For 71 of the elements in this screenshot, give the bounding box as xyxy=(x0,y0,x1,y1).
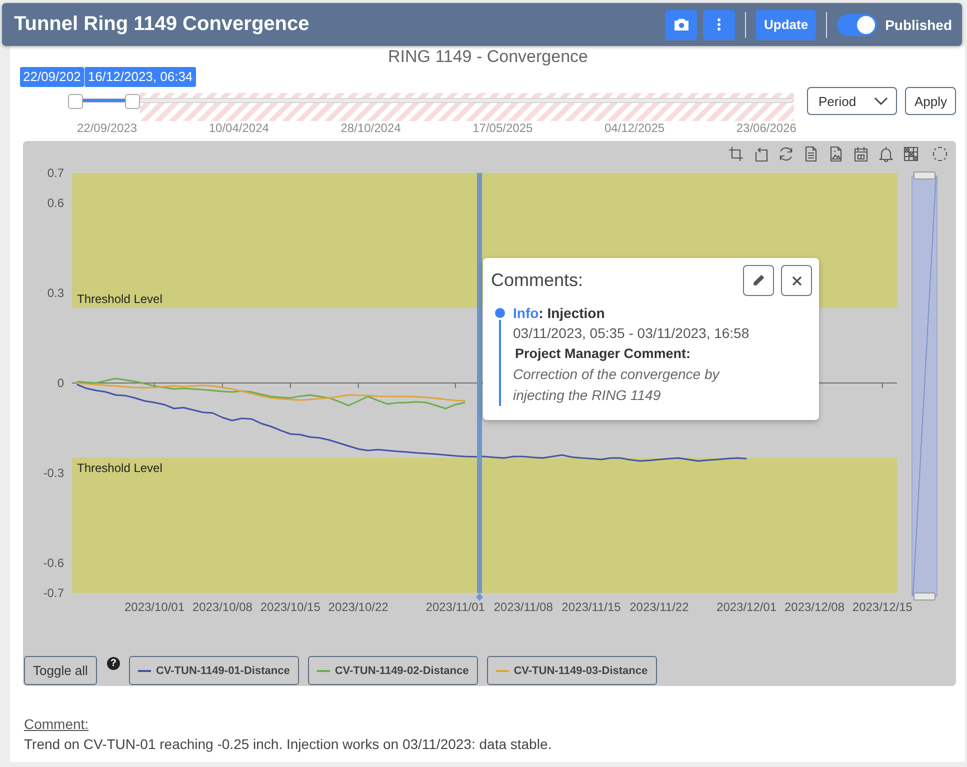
range-end-handle[interactable] xyxy=(125,94,140,109)
document-icon[interactable] xyxy=(803,146,819,162)
timeline-date-label: 28/10/2024 xyxy=(340,121,401,136)
legend-item[interactable]: CV-TUN-1149-03-Distance xyxy=(486,656,657,685)
refresh-icon[interactable] xyxy=(778,146,794,162)
camera-button[interactable] xyxy=(665,10,698,40)
date-tooltip: 22/09/202 xyxy=(20,67,84,87)
image-icon[interactable] xyxy=(828,146,844,162)
x-axis-label: 2023/12/01 xyxy=(716,600,777,614)
help-icon[interactable]: ? xyxy=(106,657,120,670)
comment-label: Comment: xyxy=(24,715,89,734)
page-title: Tunnel Ring 1149 Convergence xyxy=(14,13,310,36)
comment-text: Trend on CV-TUN-01 reaching -0.25 inch. Injection works on 03/11/2023: data stable. xyxy=(24,735,553,754)
edit-button[interactable] xyxy=(743,265,774,296)
zoom-slider-handle[interactable] xyxy=(914,172,936,180)
x-axis-label: 2023/11/08 xyxy=(494,600,553,614)
threshold-label: Threshold Level xyxy=(77,292,162,306)
timeline-date-label: 22/09/2023 xyxy=(77,121,138,136)
range-start-handle[interactable] xyxy=(68,94,83,109)
zoom-slider-handle[interactable] xyxy=(914,592,936,600)
period-select[interactable]: Period xyxy=(807,87,898,115)
more-options-button[interactable] xyxy=(703,10,736,40)
x-axis-label: 2023/10/15 xyxy=(260,600,320,614)
x-axis-label: 2023/10/22 xyxy=(328,600,388,614)
camera-icon xyxy=(674,18,689,31)
close-button[interactable] xyxy=(781,265,812,296)
update-button[interactable]: Update xyxy=(756,10,816,40)
crop-icon[interactable] xyxy=(728,146,744,162)
y-axis-label: 0 xyxy=(57,376,64,390)
date-tooltip: 16/12/2023, 06:34 xyxy=(84,67,196,87)
chevron-down-icon xyxy=(874,97,888,105)
x-axis-label: 2023/11/22 xyxy=(630,600,689,614)
threshold-label: Threshold Level xyxy=(77,461,162,475)
comment-author: Project Manager Comment: xyxy=(515,345,692,363)
calendar-icon[interactable] xyxy=(853,146,869,162)
pencil-icon xyxy=(752,274,765,287)
timeline-date-label: 23/06/2026 xyxy=(736,121,796,136)
apply-button[interactable]: Apply xyxy=(905,87,956,115)
timeline-date-label: 17/05/2025 xyxy=(472,121,533,136)
y-axis-label: 0.3 xyxy=(47,286,64,300)
toggle-all-button[interactable]: Toggle all xyxy=(24,656,97,685)
y-axis-label: -0.6 xyxy=(43,556,64,570)
publish-toggle[interactable] xyxy=(837,14,878,36)
popup-title: Comments: xyxy=(491,270,584,291)
legend-item[interactable]: CV-TUN-1149-01-Distance xyxy=(128,656,299,685)
x-axis-label: 2023/12/15 xyxy=(852,600,912,614)
timeline-date-label: 04/12/2025 xyxy=(604,121,665,136)
x-axis-label: 2023/11/15 xyxy=(562,600,621,614)
y-axis-label: -0.7 xyxy=(43,586,64,600)
more-options-icon xyxy=(717,18,722,31)
legend-item[interactable]: CV-TUN-1149-02-Distance xyxy=(308,656,478,685)
bell-icon[interactable] xyxy=(878,146,894,162)
comment-period: 03/11/2023, 05:35 - 03/11/2023, 16:58 xyxy=(513,324,750,343)
marker-line[interactable] xyxy=(476,173,483,601)
y-axis-label: 0.7 xyxy=(47,166,64,180)
comment-body: Correction of the convergence by injecting the RING 1149 xyxy=(513,365,721,405)
comment-heading: Info: Injection xyxy=(513,304,606,323)
y-axis-label: 0.6 xyxy=(47,196,64,210)
close-icon xyxy=(792,276,802,286)
timeline-dot-icon xyxy=(495,308,505,318)
chart-title: RING 1149 - Convergence xyxy=(386,47,589,67)
undo-icon[interactable] xyxy=(753,146,769,162)
grid-icon[interactable] xyxy=(903,146,919,162)
publish-label: Published xyxy=(885,16,952,32)
y-axis-label: -0.3 xyxy=(43,466,64,480)
timeline-date-label: 10/04/2024 xyxy=(208,121,269,136)
zoom-slider-track[interactable] xyxy=(912,176,938,596)
x-axis-label: 2023/11/01 xyxy=(426,600,485,614)
x-axis-label: 2023/12/08 xyxy=(784,600,845,614)
x-axis-label: 2023/10/08 xyxy=(192,600,252,614)
x-axis-label: 2023/10/01 xyxy=(124,600,185,614)
